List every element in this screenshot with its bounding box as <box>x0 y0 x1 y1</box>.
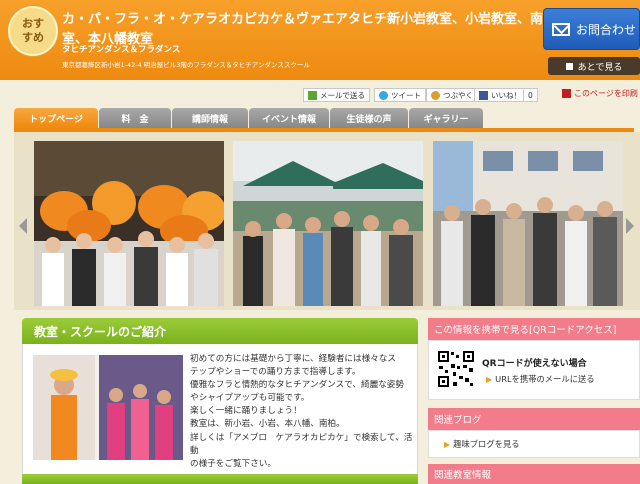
like-count-value: 0 <box>528 90 533 100</box>
blog-heading: 関連ブログ <box>428 408 640 430</box>
qr-mail-label[interactable]: URLを携帯のメールに送る <box>495 374 594 384</box>
site-title-line1[interactable]: カ・パ・フラ・オ・ケアラオカピカケ＆ヴァエアタヒチ新小岩教室、小岩教室、南柏教 <box>62 10 569 30</box>
school-heading: 関連教室情報 <box>428 464 640 484</box>
tab-voices[interactable]: 生徒様の声 <box>330 108 408 128</box>
mail-icon <box>308 90 317 100</box>
intro-line: やシャイプアップも可能です。 <box>190 393 310 404</box>
qr-title: QRコードが使えない場合 <box>482 359 587 369</box>
print-label: このページを印刷 <box>574 89 638 98</box>
later-button[interactable]: あとで見る <box>548 57 640 75</box>
print-icon <box>562 89 571 98</box>
tab-top[interactable]: トップページ <box>14 108 98 128</box>
recommend-badge: おす すめ <box>8 6 58 56</box>
site-address: 東京都葛飾区新小岩1-42-4 明治屋ビル3階のフラダンス＆タヒチアンダンススク… <box>62 61 310 69</box>
tab-price[interactable]: 料 金 <box>99 108 171 128</box>
intro-photo <box>33 355 183 460</box>
tweet-label: ツイート <box>391 90 421 100</box>
contact-button-label: お問合わせ <box>576 22 637 37</box>
mixi-icon <box>431 90 440 100</box>
twitter-icon <box>379 90 388 100</box>
intro-line: 優雅なフラと情熱的なタヒチアンダンスで、綺麗な姿勢 <box>190 380 404 391</box>
contact-button[interactable]: お問合わせ <box>543 8 640 50</box>
intro-line: 初めての方には基礎から丁寧に、経験者には様々なス <box>190 354 396 364</box>
like-label: いいね！ <box>491 90 521 100</box>
intro-line: 楽しく一緒に踊りましょう！ <box>190 406 302 417</box>
intro-text: 初めての方には基礎から丁寧に、経験者には様々なス テップやショーでの踊り方まで指… <box>190 353 416 471</box>
blog-link[interactable]: ▶ 趣味ブログを見る <box>444 438 520 450</box>
like-count: 0 <box>523 88 538 102</box>
print-link[interactable]: このページを印刷 <box>562 88 638 99</box>
mixi-label: つぶやく <box>443 90 473 100</box>
badge-text-2: すめ <box>22 31 44 44</box>
tweet-button[interactable]: ツイート <box>374 88 426 102</box>
intro-footer-bar <box>22 474 418 484</box>
qr-mail-link[interactable]: ▶ URLを携帯のメールに送る <box>486 373 595 385</box>
qr-code <box>437 350 475 388</box>
tab-gallery[interactable]: ギャラリー <box>409 108 483 128</box>
chevron-right-icon: ▶ <box>444 440 451 449</box>
badge-text-1: おす <box>22 17 44 30</box>
chevron-right-icon: ▶ <box>486 375 493 384</box>
gallery-photo-1[interactable] <box>34 141 224 306</box>
qr-heading: この情報を携帯で見る[QRコードアクセス] <box>428 318 640 340</box>
facebook-icon <box>479 90 488 100</box>
gallery-prev-icon[interactable] <box>19 218 27 234</box>
mail-icon <box>552 22 570 36</box>
site-subtitle: タヒチアンダンス＆フラダンス <box>62 45 181 55</box>
later-button-label: あとで見る <box>577 62 623 73</box>
tab-events[interactable]: イベント情報 <box>249 108 329 128</box>
main-nav: トップページ 料 金 講師情報 イベント情報 生徒様の声 ギャラリー <box>14 108 483 128</box>
intro-line: 教室は、新小岩、小岩、本八幡、南柏。 <box>190 419 345 430</box>
bookmark-icon <box>565 62 573 70</box>
like-button[interactable]: いいね！ <box>474 88 526 102</box>
intro-line: の様子をご覧下さい。 <box>190 458 276 469</box>
gallery-photo-2[interactable] <box>233 141 423 306</box>
mixi-button[interactable]: つぶやく <box>426 88 478 102</box>
intro-line: 詳しくは「アメブロ ケアラオカピカケ」で検索して、活動 <box>190 432 413 456</box>
mail-send-label: メールで送る <box>320 90 365 100</box>
mail-send-button[interactable]: メールで送る <box>303 88 370 102</box>
tab-instructor[interactable]: 講師情報 <box>172 108 248 128</box>
blog-link-label[interactable]: 趣味ブログを見る <box>453 439 519 449</box>
intro-line: テップやショーでの踊り方まで指導します。 <box>190 367 361 378</box>
intro-heading: 教室・スクールのご紹介 <box>22 318 418 344</box>
gallery-photo-3[interactable] <box>433 141 623 306</box>
gallery-next-icon[interactable] <box>626 218 634 234</box>
